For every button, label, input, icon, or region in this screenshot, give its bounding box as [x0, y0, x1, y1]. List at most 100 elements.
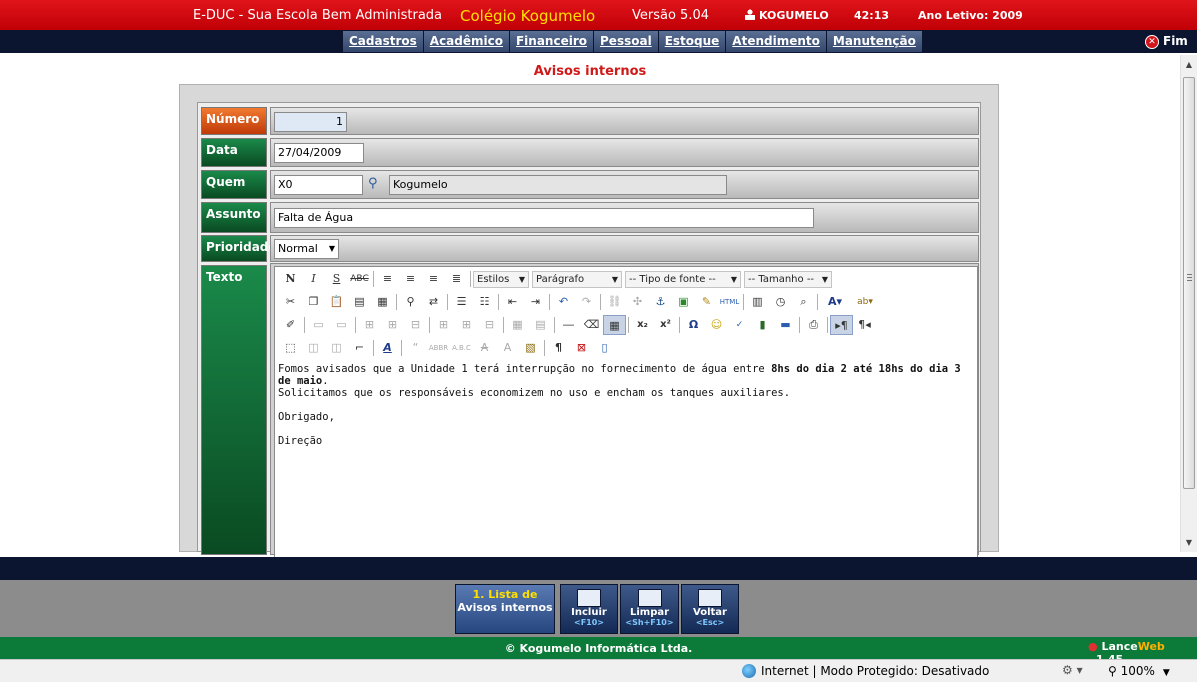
split-cells-icon[interactable]: ▦ — [506, 315, 529, 335]
indent-icon[interactable]: ⇥ — [524, 292, 547, 312]
cleanup-icon[interactable]: ✎ — [695, 292, 718, 312]
ltr-icon[interactable]: ▸¶ — [830, 315, 853, 335]
numero-field[interactable]: 1 — [274, 112, 347, 132]
citation-icon[interactable]: “ — [404, 338, 427, 358]
paste-word-icon[interactable]: ▦ — [371, 292, 394, 312]
link-icon[interactable]: ⛓ — [603, 292, 626, 312]
menu-academico[interactable]: Acadêmico — [423, 31, 510, 52]
find-icon[interactable]: ⚲ — [399, 292, 422, 312]
copy-icon[interactable]: ❐ — [302, 292, 325, 312]
remove-format-icon[interactable]: ⌫ — [580, 315, 603, 335]
protected-mode-icon[interactable]: ⚙ ▾ — [1062, 663, 1083, 677]
acronym-icon[interactable]: A.B.C — [450, 338, 473, 358]
insert-time-icon[interactable]: ◷ — [769, 292, 792, 312]
undo-icon[interactable]: ↶ — [552, 292, 575, 312]
voltar-button[interactable]: Voltar <Esc> — [681, 584, 739, 634]
align-right-icon[interactable]: ≡ — [422, 269, 445, 289]
bold-icon[interactable]: N — [279, 269, 302, 289]
lista-avisos-button[interactable]: 1. Lista de Avisos internos — [455, 584, 555, 634]
menu-pessoal[interactable]: Pessoal — [594, 31, 659, 52]
rtl-icon[interactable]: ¶◂ — [853, 315, 876, 335]
strikethrough-icon[interactable]: ABC — [348, 269, 371, 289]
menu-cadastros[interactable]: Cadastros — [343, 31, 424, 52]
paste-icon[interactable]: 📋 — [325, 292, 348, 312]
highlight-color-icon[interactable]: ab▾ — [850, 292, 880, 312]
spellcheck-icon[interactable]: ✓ — [728, 315, 751, 335]
font-size-select[interactable]: -- Tamanho -- — [744, 270, 832, 288]
underline-icon[interactable]: S — [325, 269, 348, 289]
deletion-icon[interactable]: A — [473, 338, 496, 358]
vertical-scrollbar[interactable]: ▲ ▼ — [1180, 55, 1197, 552]
scroll-thumb[interactable] — [1183, 77, 1195, 489]
delete-row-icon[interactable]: ⊟ — [404, 315, 427, 335]
insert-row-after-icon[interactable]: ⊞ — [381, 315, 404, 335]
bullet-list-icon[interactable]: ☰ — [450, 292, 473, 312]
prioridade-select[interactable]: Normal ▼ — [274, 239, 339, 259]
font-family-select[interactable]: -- Tipo de fonte -- — [625, 270, 741, 288]
insert-date-icon[interactable]: ▥ — [746, 292, 769, 312]
scroll-down-icon[interactable]: ▼ — [1181, 535, 1197, 551]
format-select[interactable]: Parágrafo — [532, 270, 622, 288]
editor-content[interactable]: Fomos avisados que a Unidade 1 terá inte… — [278, 363, 974, 447]
text-color-icon[interactable]: A▾ — [820, 292, 850, 312]
assunto-field[interactable]: Falta de Água — [274, 208, 814, 228]
rich-text-editor[interactable]: N I S ABC ≡ ≡ ≡ ≣ Estilos Parágrafo -- T… — [274, 266, 978, 566]
styles-select[interactable]: Estilos — [473, 270, 529, 288]
merge-cells-icon[interactable]: ▤ — [529, 315, 552, 335]
cell-props-icon[interactable]: ▭ — [330, 315, 353, 335]
cut-icon[interactable]: ✂ — [279, 292, 302, 312]
incluir-button[interactable]: Incluir <F10> — [560, 584, 618, 634]
redo-icon[interactable]: ↷ — [575, 292, 598, 312]
table-edit-icon[interactable]: ✐ — [279, 315, 302, 335]
insertion-icon[interactable]: A — [496, 338, 519, 358]
align-center-icon[interactable]: ≡ — [399, 269, 422, 289]
limpar-button[interactable]: Limpar <Sh+F10> — [620, 584, 679, 634]
insert-layer-icon[interactable]: ⬚ — [279, 338, 302, 358]
html-source-button[interactable]: HTML — [718, 292, 741, 312]
move-backward-icon[interactable]: ◫ — [325, 338, 348, 358]
quem-code-field[interactable]: X0 — [274, 175, 363, 195]
menu-financeiro[interactable]: Financeiro — [509, 31, 595, 52]
outdent-icon[interactable]: ⇤ — [501, 292, 524, 312]
paste-text-icon[interactable]: ▤ — [348, 292, 371, 312]
security-zone[interactable]: Internet | Modo Protegido: Desativado — [742, 664, 989, 678]
superscript-icon[interactable]: x² — [654, 315, 677, 335]
insert-col-after-icon[interactable]: ⊞ — [455, 315, 478, 335]
numbered-list-icon[interactable]: ☷ — [473, 292, 496, 312]
zoom-control[interactable]: ⚲ 100% ▼ — [1108, 664, 1170, 678]
scroll-up-icon[interactable]: ▲ — [1181, 57, 1197, 73]
menu-estoque[interactable]: Estoque — [658, 31, 727, 52]
visual-aid-icon[interactable]: ▦ — [603, 315, 626, 335]
subscript-icon[interactable]: x₂ — [631, 315, 654, 335]
anchor-icon[interactable]: ⚓ — [649, 292, 672, 312]
attributes-icon[interactable]: ▧ — [519, 338, 542, 358]
absolute-position-icon[interactable]: ⌐ — [348, 338, 371, 358]
emoticon-icon[interactable]: ☺ — [705, 315, 728, 335]
horizontal-rule-icon[interactable]: ― — [557, 315, 580, 335]
logout-button[interactable]: ✕ Fim — [1145, 32, 1188, 50]
replace-icon[interactable]: ⇄ — [422, 292, 445, 312]
show-blocks-icon[interactable]: ¶ — [547, 338, 570, 358]
print-icon[interactable]: ⎙ — [802, 315, 825, 335]
media-icon[interactable]: ▮ — [751, 315, 774, 335]
italic-icon[interactable]: I — [302, 269, 325, 289]
data-field[interactable]: 27/04/2009 — [274, 143, 364, 163]
nonbreaking-icon[interactable]: ⊠ — [570, 338, 593, 358]
align-justify-icon[interactable]: ≣ — [445, 269, 468, 289]
row-props-icon[interactable]: ▭ — [307, 315, 330, 335]
styleprops-icon[interactable]: A — [376, 338, 399, 358]
special-char-icon[interactable]: Ω — [682, 315, 705, 335]
template-icon[interactable]: ▯ — [593, 338, 616, 358]
spacer-icon[interactable]: ▬ — [774, 315, 797, 335]
insert-col-before-icon[interactable]: ⊞ — [432, 315, 455, 335]
abbreviation-icon[interactable]: ABBR — [427, 338, 450, 358]
unlink-icon[interactable]: ✣ — [626, 292, 649, 312]
move-forward-icon[interactable]: ◫ — [302, 338, 325, 358]
search-icon[interactable]: ⚲ — [368, 176, 386, 194]
preview-icon[interactable]: ⌕ — [792, 292, 815, 312]
menu-manutencao[interactable]: Manutenção — [826, 31, 923, 52]
image-icon[interactable]: ▣ — [672, 292, 695, 312]
menu-atendimento[interactable]: Atendimento — [726, 31, 827, 52]
align-left-icon[interactable]: ≡ — [376, 269, 399, 289]
insert-row-before-icon[interactable]: ⊞ — [358, 315, 381, 335]
